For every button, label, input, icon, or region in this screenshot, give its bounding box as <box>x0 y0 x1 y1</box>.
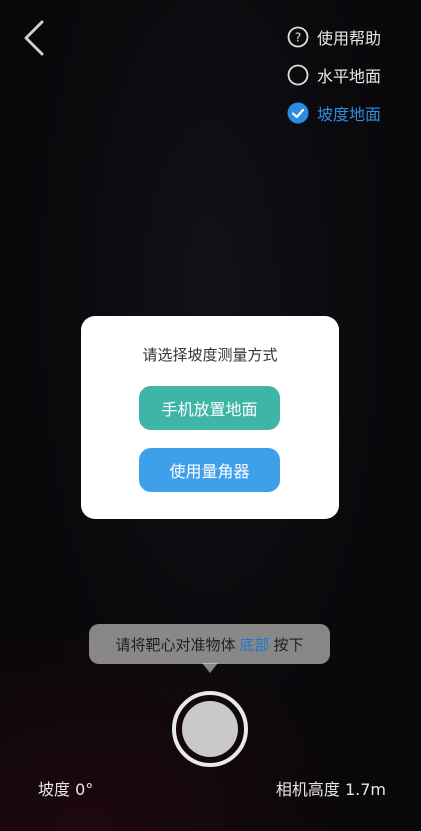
hint-prefix: 请将靶心对准物体 <box>115 635 236 654</box>
help-item[interactable]: ? 使用帮助 <box>287 18 407 56</box>
question-circle-icon: ? <box>287 26 309 48</box>
slope-value: 0° <box>75 780 94 799</box>
camera-height-readout: 相机高度 1.7m <box>276 776 386 800</box>
radio-off-icon <box>287 64 309 86</box>
horizontal-ground-label: 水平地面 <box>317 67 382 86</box>
dialog-title: 请选择坡度测量方式 <box>142 346 278 364</box>
horizontal-ground-option[interactable]: 水平地面 <box>287 56 407 94</box>
camera-height-label: 相机高度 <box>275 780 340 799</box>
slope-ground-option[interactable]: 坡度地面 <box>287 94 407 132</box>
hint-highlight: 底部 <box>239 635 270 654</box>
slope-label: 坡度 <box>38 780 71 799</box>
phone-on-ground-button[interactable]: 手机放置地面 <box>139 386 280 430</box>
slope-readout: 坡度 0° <box>38 776 93 800</box>
help-label: 使用帮助 <box>317 29 382 48</box>
measure-method-dialog: 请选择坡度测量方式 手机放置地面 使用量角器 <box>81 316 339 519</box>
slope-ground-label: 坡度地面 <box>317 105 382 124</box>
svg-text:?: ? <box>295 31 301 45</box>
chevron-left-icon <box>24 20 44 56</box>
hint-suffix: 按下 <box>273 635 304 654</box>
tooltip-pointer <box>202 663 218 673</box>
shutter-inner-circle <box>182 701 238 757</box>
aim-hint-tooltip: 请将靶心对准物体 底部 按下 <box>89 624 330 664</box>
shutter-button[interactable] <box>172 691 248 767</box>
top-right-menu: ? 使用帮助 水平地面 坡度地面 <box>287 18 407 132</box>
use-protractor-button[interactable]: 使用量角器 <box>139 448 280 492</box>
camera-height-value: 1.7m <box>344 780 386 799</box>
check-circle-icon <box>287 102 309 124</box>
back-button[interactable] <box>20 18 60 58</box>
